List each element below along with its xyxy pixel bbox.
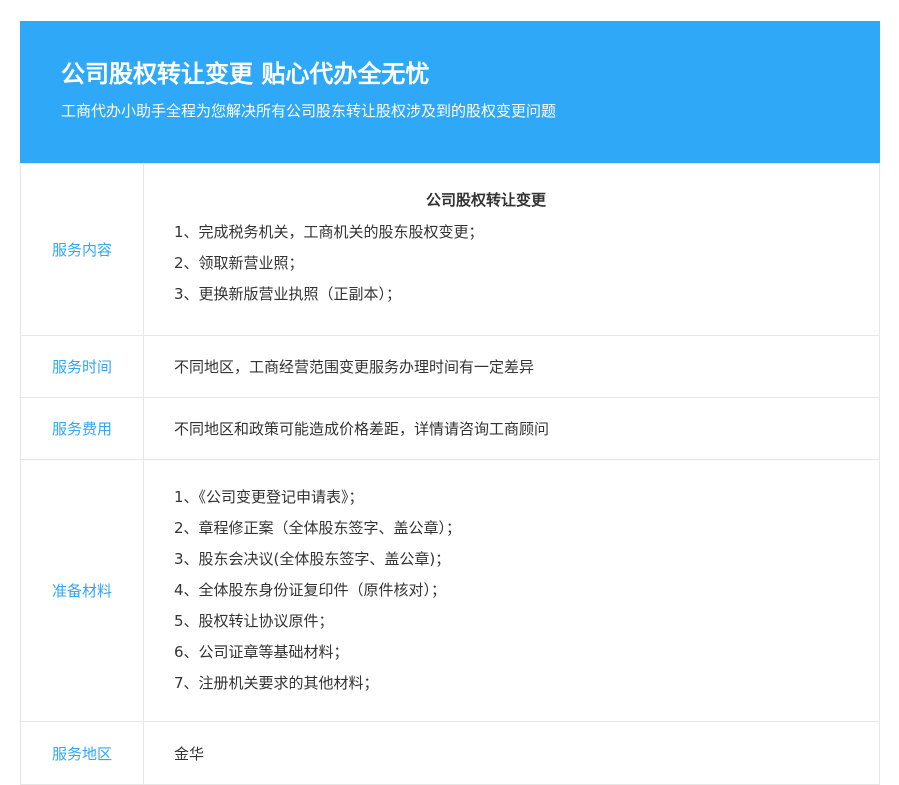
label-service-fee: 服务费用 [20,397,144,460]
list-item: 1、《公司变更登记申请表》； [174,488,364,506]
list-item: 6、公司证章等基础材料； [174,643,349,661]
row-service-time: 服务时间 不同地区，工商经营范围变更服务办理时间有一定差异 [20,335,880,398]
list-item: 5、股权转让协议原件； [174,612,334,630]
value-service-time: 不同地区，工商经营范围变更服务办理时间有一定差异 [143,335,880,398]
list-item: 1、完成税务机关，工商机关的股东股权变更； [174,222,484,241]
list-item: 4、全体股东身份证复印件（原件核对）； [174,581,447,599]
list-item: 3、股东会决议(全体股东签字、盖公章)； [174,550,451,568]
value-service-content: 公司股权转让变更 1、完成税务机关，工商机关的股东股权变更； 2、领取新营业照；… [143,163,880,336]
materials-list: 1、《公司变更登记申请表》； 2、章程修正案（全体股东签字、盖公章）； 3、股东… [174,482,878,699]
list-item: 7、注册机关要求的其他材料； [174,674,379,692]
page-title: 公司股权转让变更 贴心代办全无忧 [61,60,430,88]
header-banner: 公司股权转让变更 贴心代办全无忧 工商代办小助手全程为您解决所有公司股东转让股权… [20,21,880,163]
value-materials: 1、《公司变更登记申请表》； 2、章程修正案（全体股东签字、盖公章）； 3、股东… [143,459,880,722]
value-service-fee: 不同地区和政策可能造成价格差距，详情请咨询工商顾问 [143,397,880,460]
list-item: 3、更换新版营业执照（正副本）； [174,284,402,303]
label-service-content: 服务内容 [20,163,144,336]
service-content-list: 1、完成税务机关，工商机关的股东股权变更； 2、领取新营业照； 3、更换新版营业… [174,217,878,310]
service-info-table: 服务内容 公司股权转让变更 1、完成税务机关，工商机关的股东股权变更； 2、领取… [20,163,880,785]
row-service-fee: 服务费用 不同地区和政策可能造成价格差距，详情请咨询工商顾问 [20,397,880,460]
service-card: 公司股权转让变更 贴心代办全无忧 工商代办小助手全程为您解决所有公司股东转让股权… [20,21,880,785]
row-service-area: 服务地区 金华 [20,721,880,785]
value-service-area: 金华 [143,721,880,785]
page-subtitle: 工商代办小助手全程为您解决所有公司股东转让股权涉及到的股权变更问题 [61,102,557,120]
list-item: 2、领取新营业照； [174,253,304,272]
label-service-time: 服务时间 [20,335,144,398]
label-materials: 准备材料 [20,459,144,722]
row-materials: 准备材料 1、《公司变更登记申请表》； 2、章程修正案（全体股东签字、盖公章）；… [20,459,880,722]
label-service-area: 服务地区 [20,721,144,785]
service-content-heading: 公司股权转让变更 [425,190,546,209]
row-service-content: 服务内容 公司股权转让变更 1、完成税务机关，工商机关的股东股权变更； 2、领取… [20,163,880,336]
list-item: 2、章程修正案（全体股东签字、盖公章）； [174,519,462,537]
